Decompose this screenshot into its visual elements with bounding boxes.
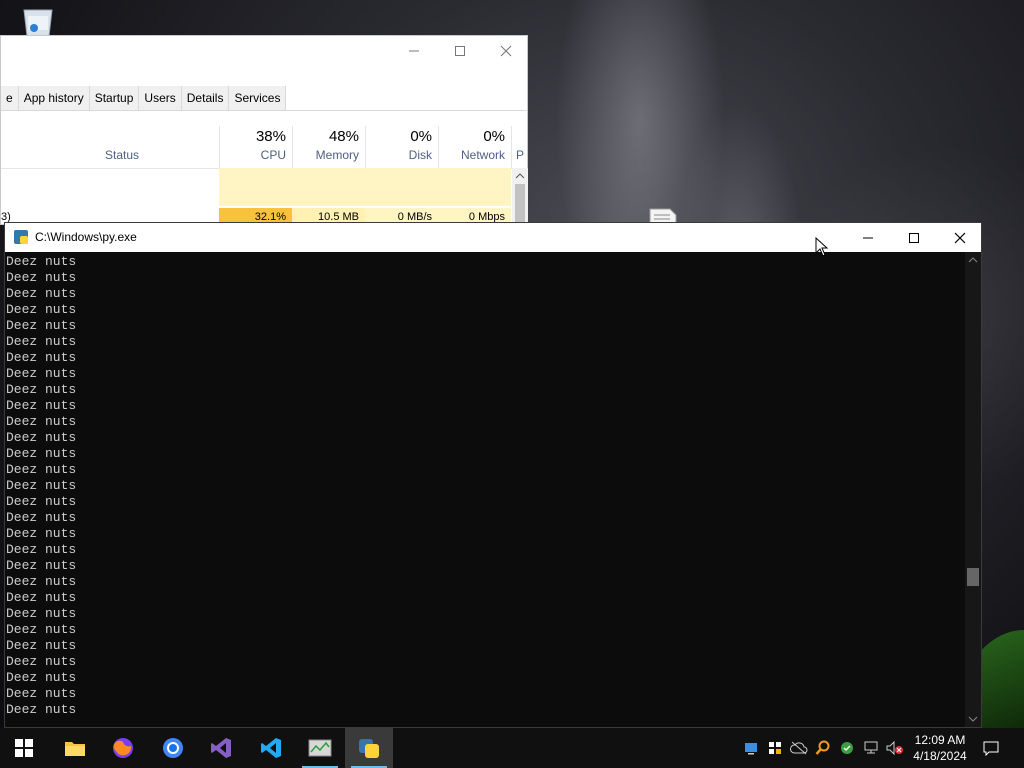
- empty-process-row: [219, 168, 511, 206]
- notification-icon: [983, 741, 999, 756]
- scroll-thumb[interactable]: [967, 568, 979, 586]
- minimize-button[interactable]: [845, 223, 891, 252]
- minimize-icon: [409, 50, 419, 52]
- task-manager-icon: [308, 739, 332, 757]
- console-titlebar[interactable]: C:\Windows\py.exe: [5, 223, 981, 252]
- disk-percent: 0%: [410, 128, 432, 145]
- tray-cloud-off-icon[interactable]: [788, 728, 810, 768]
- tab-users[interactable]: Users: [139, 86, 182, 110]
- close-icon: [500, 45, 512, 57]
- scroll-up-icon[interactable]: [965, 252, 981, 268]
- console-title: C:\Windows\py.exe: [35, 230, 137, 244]
- action-center-button[interactable]: [980, 728, 1002, 768]
- windows-logo-icon: [15, 739, 33, 757]
- disk-column-header[interactable]: 0% Disk: [365, 126, 438, 168]
- cpu-label: CPU: [260, 148, 286, 162]
- start-button[interactable]: [0, 728, 48, 768]
- tray-display-icon[interactable]: [740, 728, 762, 768]
- disk-label: Disk: [408, 148, 432, 162]
- task-manager-tabs: e App history Startup Users Details Serv…: [1, 86, 527, 111]
- tab-startup[interactable]: Startup: [89, 86, 140, 110]
- taskbar-task-manager[interactable]: [296, 728, 344, 768]
- cpu-column-header[interactable]: 38% CPU: [219, 126, 292, 168]
- memory-percent: 48%: [328, 128, 359, 145]
- python-icon: [14, 230, 28, 244]
- memory-label: Memory: [315, 148, 359, 162]
- status-column-header[interactable]: Status: [105, 148, 139, 162]
- firefox-icon: [113, 738, 133, 758]
- scroll-down-icon[interactable]: [965, 711, 981, 727]
- tray-network-icon[interactable]: [860, 728, 882, 768]
- console-text: Deez nuts Deez nuts Deez nuts Deez nuts …: [6, 254, 77, 717]
- minimize-icon: [863, 237, 873, 238]
- console-scrollbar[interactable]: [965, 252, 981, 727]
- cpu-percent: 38%: [255, 128, 286, 145]
- taskbar-python[interactable]: [345, 728, 393, 768]
- folder-icon: [65, 742, 85, 756]
- python-launcher-icon: [359, 739, 379, 758]
- maximize-icon: [909, 232, 919, 243]
- tab-services[interactable]: Services: [229, 86, 287, 110]
- maximize-button[interactable]: [437, 38, 483, 64]
- chrome-icon: [163, 738, 183, 758]
- process-table-header: Status 38% CPU 48% Memory 0% Disk 0% Net…: [1, 126, 527, 169]
- scroll-thumb[interactable]: [515, 184, 525, 224]
- vscode-icon: [261, 738, 281, 758]
- taskbar-chrome[interactable]: [149, 728, 197, 768]
- close-icon: [954, 232, 966, 243]
- task-manager-window[interactable]: e App history Startup Users Details Serv…: [0, 35, 528, 226]
- power-column-header[interactable]: P: [511, 126, 529, 168]
- maximize-icon: [455, 46, 465, 56]
- clock-date: 4/18/2024: [913, 749, 967, 763]
- tray-search-orange-icon[interactable]: [812, 728, 834, 768]
- network-percent: 0%: [483, 128, 505, 145]
- task-manager-titlebar[interactable]: [1, 36, 527, 66]
- network-label: Network: [460, 148, 505, 162]
- taskbar-file-explorer[interactable]: [51, 728, 99, 768]
- console-output[interactable]: Deez nuts Deez nuts Deez nuts Deez nuts …: [5, 252, 967, 727]
- tab-app-history[interactable]: App history: [18, 86, 90, 110]
- tray-volume-muted-icon[interactable]: [884, 728, 906, 768]
- taskbar-firefox[interactable]: [99, 728, 147, 768]
- tray-security-shield-icon[interactable]: [764, 728, 786, 768]
- clock-time: 12:09 AM: [914, 733, 966, 747]
- recycle-bin-icon[interactable]: [18, 6, 58, 36]
- tab-performance-partial[interactable]: e: [1, 86, 19, 110]
- console-window[interactable]: C:\Windows\py.exe Deez nuts Deez nuts De…: [4, 222, 982, 728]
- taskbar-clock[interactable]: 12:09 AM 4/18/2024: [908, 732, 972, 764]
- scroll-up-icon: [515, 173, 525, 179]
- maximize-button[interactable]: [891, 223, 937, 252]
- visual-studio-icon: [211, 738, 231, 758]
- close-button[interactable]: [937, 223, 983, 252]
- memory-column-header[interactable]: 48% Memory: [292, 126, 365, 168]
- power-label: P: [516, 148, 525, 162]
- network-column-header[interactable]: 0% Network: [438, 126, 511, 168]
- close-button[interactable]: [483, 38, 529, 64]
- task-manager-scrollbar[interactable]: [512, 168, 528, 226]
- tab-details[interactable]: Details: [181, 86, 230, 110]
- mouse-cursor-icon: [815, 237, 829, 257]
- taskbar: 12:09 AM 4/18/2024: [0, 728, 1024, 768]
- taskbar-visual-studio[interactable]: [197, 728, 245, 768]
- minimize-button[interactable]: [391, 38, 437, 64]
- tray-update-icon[interactable]: [836, 728, 858, 768]
- taskbar-vscode[interactable]: [247, 728, 295, 768]
